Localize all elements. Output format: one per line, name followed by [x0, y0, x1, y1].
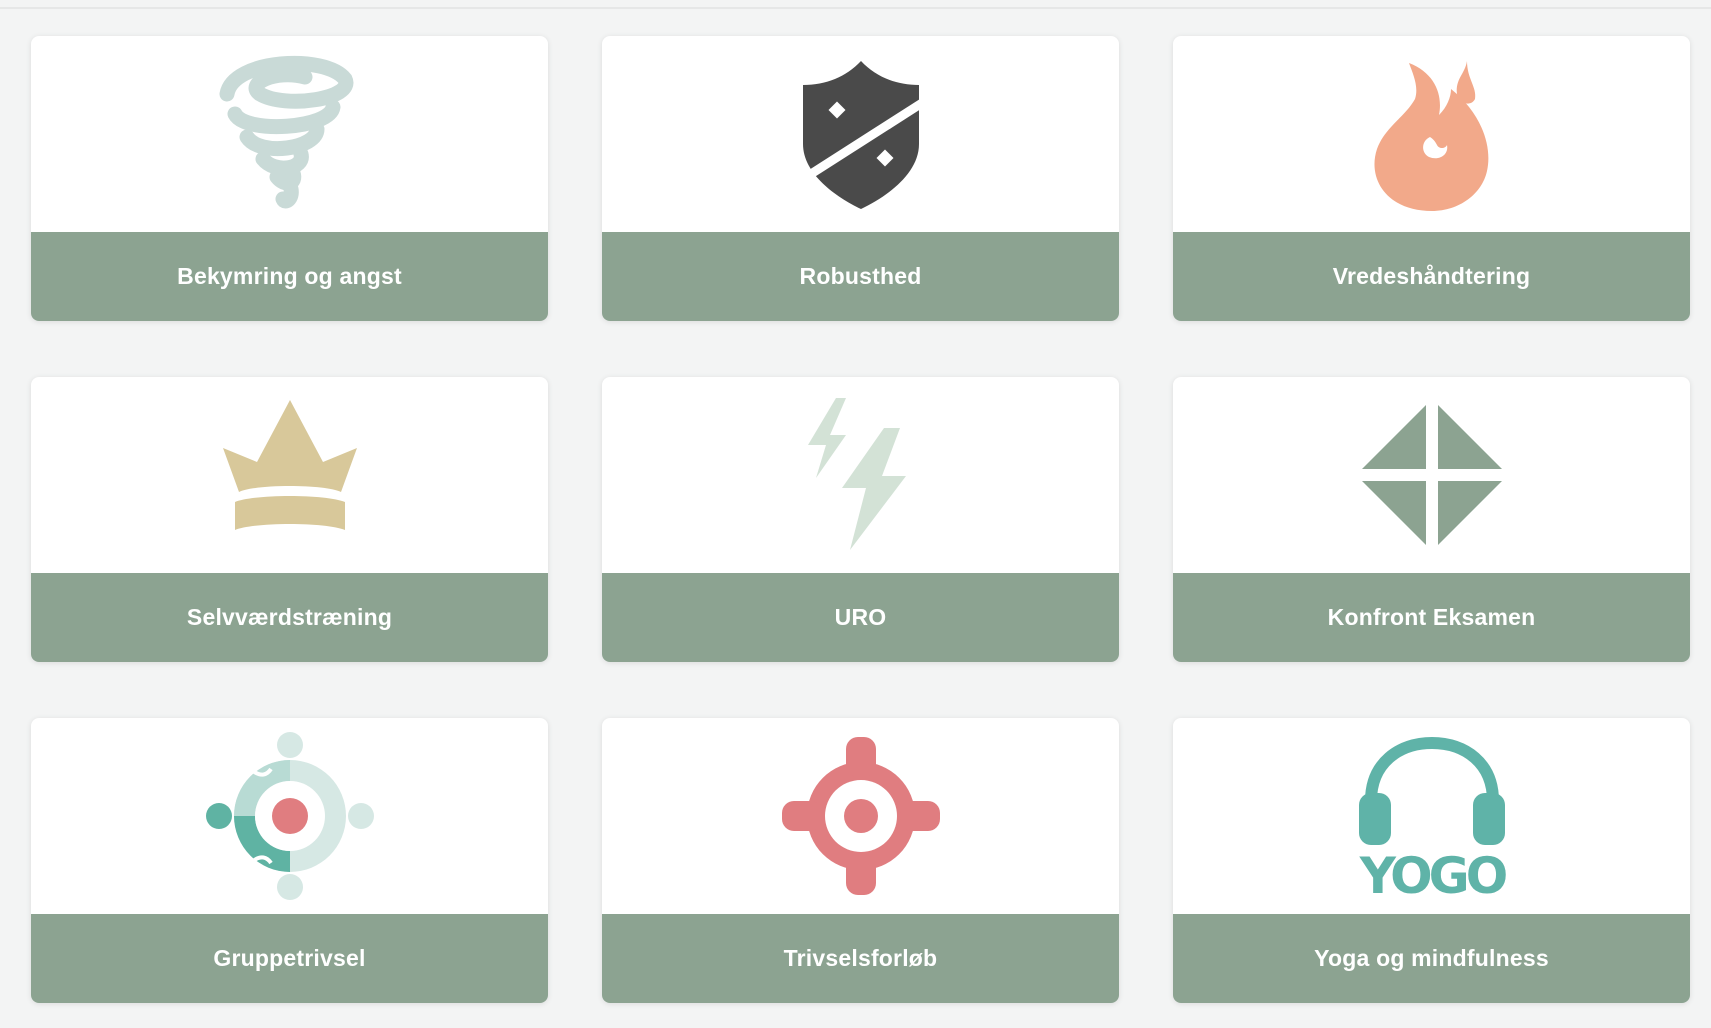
- group-circle-icon: [205, 732, 374, 900]
- card-icon-area: [602, 718, 1119, 914]
- card-label: Gruppetrivsel: [31, 914, 548, 1003]
- top-divider: [0, 7, 1711, 9]
- card-icon-area: [1173, 36, 1690, 232]
- course-card-selvvaerdstraening[interactable]: Selvværdstræning: [31, 377, 548, 662]
- card-icon-area: [602, 36, 1119, 232]
- card-label: Trivselsforløb: [602, 914, 1119, 1003]
- card-label: Selvværdstræning: [31, 573, 548, 662]
- course-card-uro[interactable]: URO: [602, 377, 1119, 662]
- card-icon-area: [1173, 377, 1690, 573]
- course-card-bekymring-og-angst[interactable]: Bekymring og angst: [31, 36, 548, 321]
- flame-icon: [1373, 61, 1488, 211]
- course-card-konfront-eksamen[interactable]: Konfront Eksamen: [1173, 377, 1690, 662]
- lightning-icon: [807, 398, 906, 550]
- card-icon-area: [31, 377, 548, 573]
- yogo-headphones-icon: YOGO: [1358, 736, 1509, 901]
- card-icon-area: YOGO: [1173, 718, 1690, 914]
- card-label: Vredeshåndtering: [1173, 232, 1690, 321]
- crown-icon: [222, 400, 357, 530]
- four-triangles-icon: [1361, 405, 1502, 545]
- course-card-yoga-og-mindfulness[interactable]: YOGO Yoga og mindfulness: [1173, 718, 1690, 1003]
- course-grid: Bekymring og angst Robusthed Vredeshåndt…: [31, 36, 1691, 1006]
- yogo-logo-text: YOGO: [1358, 847, 1505, 901]
- card-label: Konfront Eksamen: [1173, 573, 1690, 662]
- course-card-gruppetrivsel[interactable]: Gruppetrivsel: [31, 718, 548, 1003]
- course-card-robusthed[interactable]: Robusthed: [602, 36, 1119, 321]
- course-card-trivselsforlob[interactable]: Trivselsforløb: [602, 718, 1119, 1003]
- target-icon: [781, 737, 940, 895]
- card-icon-area: [31, 718, 548, 914]
- course-card-vredeshandtering[interactable]: Vredeshåndtering: [1173, 36, 1690, 321]
- card-label: Bekymring og angst: [31, 232, 548, 321]
- card-label: Yoga og mindfulness: [1173, 914, 1690, 1003]
- card-label: Robusthed: [602, 232, 1119, 321]
- card-icon-area: [31, 36, 548, 232]
- card-icon-area: [602, 377, 1119, 573]
- tornado-icon: [219, 55, 353, 209]
- shield-icon: [797, 61, 924, 209]
- card-label: URO: [602, 573, 1119, 662]
